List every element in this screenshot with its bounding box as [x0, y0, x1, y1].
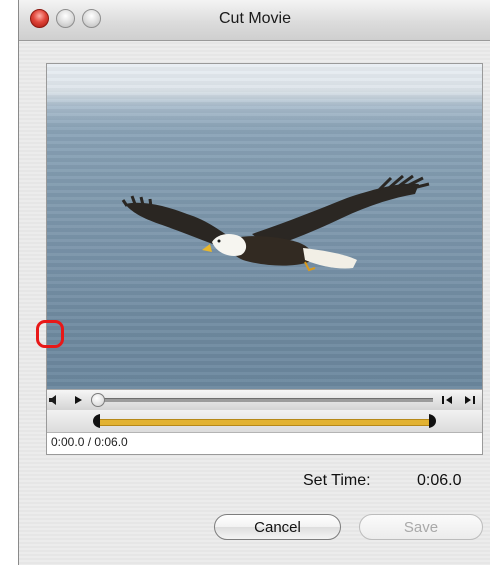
window-title: Cut Movie	[218, 10, 292, 27]
trim-start-handle[interactable]	[93, 414, 101, 433]
step-back-icon[interactable]	[437, 390, 457, 410]
set-time-value: 0:06.0	[417, 472, 462, 489]
cancel-button[interactable]: Cancel	[214, 514, 341, 540]
playhead-knob[interactable]	[91, 393, 105, 407]
play-icon[interactable]	[69, 390, 87, 410]
cut-movie-window: Cut Movie 0:00.0 / 0:06.0 Set Time: 0:06…	[18, 0, 490, 565]
play-button-highlight	[36, 320, 64, 348]
trim-end-handle[interactable]	[428, 414, 436, 433]
movie-player: 0:00.0 / 0:06.0	[46, 63, 483, 455]
playback-controls	[47, 389, 482, 411]
trim-bar	[47, 410, 482, 433]
set-time-label: Set Time:	[303, 472, 371, 489]
bald-eagle-image	[121, 174, 430, 272]
step-forward-icon[interactable]	[460, 390, 480, 410]
volume-icon[interactable]	[47, 390, 63, 410]
save-button[interactable]: Save	[359, 514, 483, 540]
title-bar[interactable]: Cut Movie	[19, 0, 490, 41]
timecode-readout: 0:00.0 / 0:06.0	[51, 435, 128, 449]
playhead-track[interactable]	[93, 398, 433, 402]
video-frame	[47, 64, 482, 389]
trim-selection-range	[99, 419, 431, 426]
